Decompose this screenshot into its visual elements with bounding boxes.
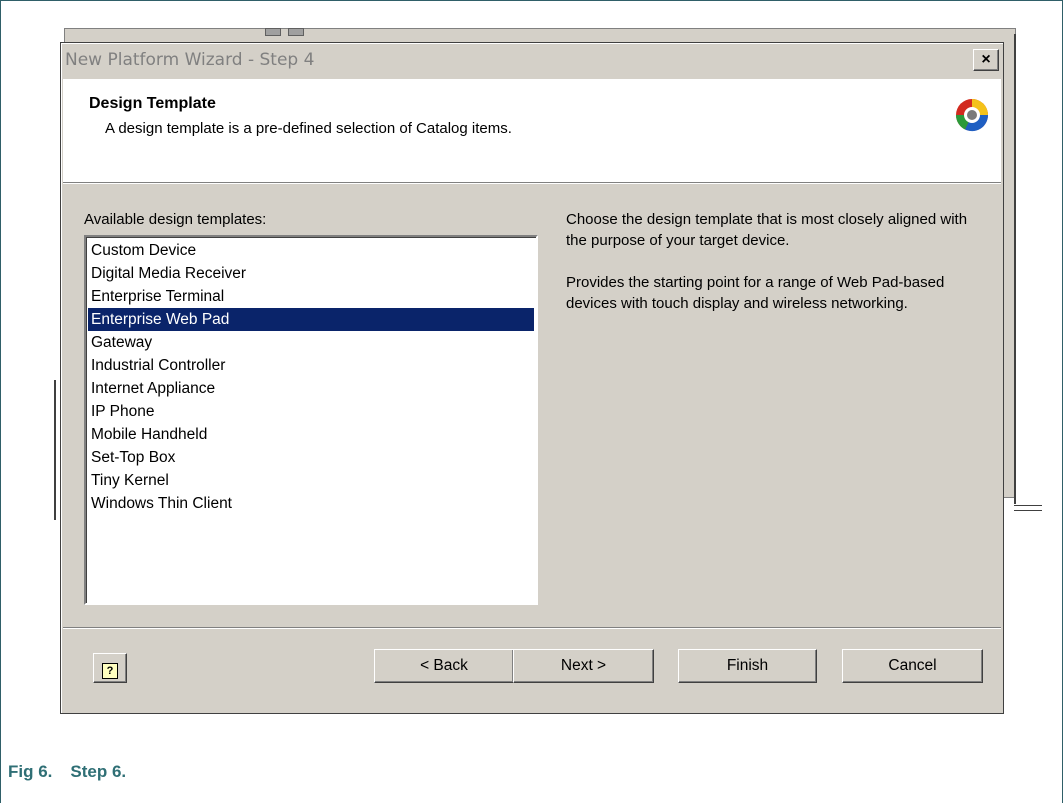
list-item[interactable]: Set-Top Box: [88, 446, 534, 469]
background-tab: [265, 28, 281, 36]
background-window-edge: [1014, 505, 1042, 511]
list-item[interactable]: Gateway: [88, 331, 534, 354]
list-item-selected[interactable]: Enterprise Web Pad: [88, 308, 534, 331]
list-item[interactable]: Industrial Controller: [88, 354, 534, 377]
background-tab: [288, 28, 304, 36]
wizard-dialog: New Platform Wizard - Step 4 × Design Te…: [60, 42, 1004, 714]
list-item[interactable]: Enterprise Terminal: [88, 285, 534, 308]
header-description: A design template is a pre-defined selec…: [105, 120, 512, 137]
figure-caption: Fig 6. Step 6.: [8, 762, 126, 782]
list-item[interactable]: Internet Appliance: [88, 377, 534, 400]
dialog-titlebar: New Platform Wizard - Step 4 ×: [63, 45, 1001, 75]
list-item[interactable]: Tiny Kernel: [88, 469, 534, 492]
figure-number: Fig 6.: [8, 762, 53, 781]
dialog-title: New Platform Wizard - Step 4: [65, 50, 315, 70]
description-selected-template: Provides the starting point for a range …: [566, 274, 945, 312]
next-button[interactable]: Next >: [513, 649, 654, 683]
background-window-edge: [54, 380, 56, 520]
list-item[interactable]: Digital Media Receiver: [88, 262, 534, 285]
close-button[interactable]: ×: [973, 49, 999, 71]
button-separator: [63, 627, 1001, 629]
description-instructions: Choose the design template that is most …: [566, 211, 968, 249]
figure-caption-text: Step 6.: [70, 762, 127, 781]
templates-list-label: Available design templates:: [84, 211, 267, 228]
help-icon: ?: [102, 663, 118, 679]
wizard-logo-icon: [955, 99, 989, 132]
header-title: Design Template: [89, 95, 216, 112]
template-description: Choose the design template that is most …: [566, 209, 986, 335]
background-window-edge: [1014, 34, 1016, 504]
templates-listbox[interactable]: Custom Device Digital Media Receiver Ent…: [84, 235, 538, 605]
finish-button[interactable]: Finish: [678, 649, 817, 683]
list-item[interactable]: Windows Thin Client: [88, 492, 534, 515]
close-icon: ×: [981, 51, 991, 68]
list-item[interactable]: IP Phone: [88, 400, 534, 423]
help-button[interactable]: ?: [93, 653, 127, 683]
wizard-header: Design Template A design template is a p…: [63, 79, 1001, 184]
list-item[interactable]: Custom Device: [88, 239, 534, 262]
cancel-button[interactable]: Cancel: [842, 649, 983, 683]
list-item[interactable]: Mobile Handheld: [88, 423, 534, 446]
back-button[interactable]: < Back: [374, 649, 514, 683]
